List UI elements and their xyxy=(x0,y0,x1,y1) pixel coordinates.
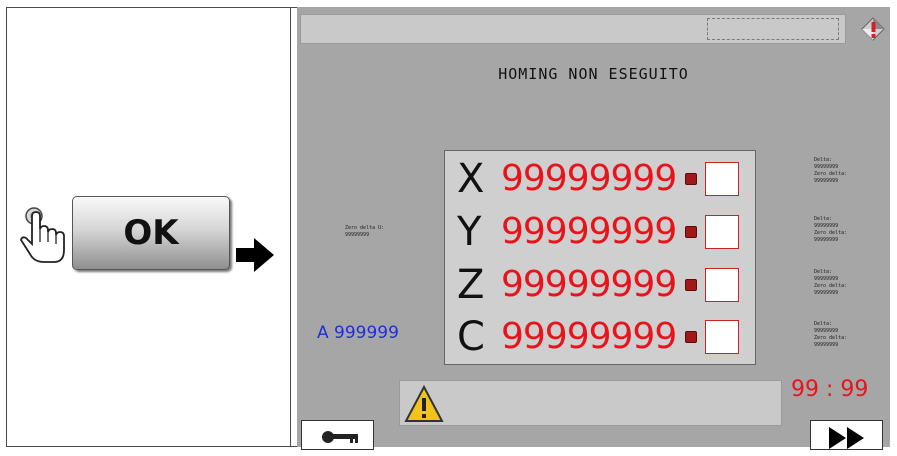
axis-status-led xyxy=(685,279,697,291)
axis-row-z: Z 99999999 xyxy=(445,259,755,311)
pointing-hand-icon xyxy=(20,207,65,263)
right-arrow-icon xyxy=(236,238,274,272)
key-icon xyxy=(322,431,358,443)
column-divider xyxy=(290,7,291,447)
status-slot xyxy=(707,18,839,40)
zero-delta-u-label: Zero delta U: 99999999 xyxy=(345,225,385,238)
ok-button[interactable]: OK xyxy=(72,196,230,270)
axis-select-box[interactable] xyxy=(705,320,739,354)
timer-readout: 99 : 99 xyxy=(791,377,869,402)
delta-info-z: Delta: 99999999 Zero delta: 99999999 xyxy=(814,269,848,296)
homing-status-title: HOMING NON ESEGUITO xyxy=(498,65,689,83)
axis-value: 99999999 xyxy=(501,264,677,305)
hmi-screen: HOMING NON ESEGUITO Zero delta U: 999999… xyxy=(297,7,890,450)
key-button[interactable] xyxy=(301,420,374,450)
fast-forward-button[interactable] xyxy=(810,420,883,450)
delta-info-x: Delta: 99999999 Zero delta: 99999999 xyxy=(814,157,848,184)
axis-letter: X xyxy=(457,156,485,202)
axis-value: 99999999 xyxy=(501,316,677,357)
message-bar xyxy=(399,380,782,426)
top-status-bar xyxy=(300,14,846,44)
axis-letter: C xyxy=(457,314,485,360)
axis-row-x: X 99999999 xyxy=(445,153,755,205)
fast-forward-icon xyxy=(829,427,864,449)
axis-row-c: C 99999999 xyxy=(445,311,755,363)
axis-select-box[interactable] xyxy=(705,268,739,302)
axis-letter: Z xyxy=(457,262,485,308)
alarm-icon[interactable] xyxy=(860,16,886,44)
delta-info-y: Delta: 99999999 Zero delta: 99999999 xyxy=(814,216,848,243)
axis-letter: Y xyxy=(457,209,482,255)
axis-status-led xyxy=(685,226,697,238)
axis-row-y: Y 99999999 xyxy=(445,206,755,258)
axis-value: 99999999 xyxy=(501,211,677,252)
warning-icon xyxy=(404,385,444,422)
delta-info-c: Delta: 99999999 Zero delta: 99999999 xyxy=(814,321,848,348)
axis-value: 99999999 xyxy=(501,158,677,199)
axes-panel: X 99999999 Y 99999999 Z 99999999 C 99999… xyxy=(444,150,756,365)
axis-status-led xyxy=(685,331,697,343)
axis-select-box[interactable] xyxy=(705,215,739,249)
axis-status-led xyxy=(685,173,697,185)
axis-select-box[interactable] xyxy=(705,162,739,196)
a-axis-value: A 999999 xyxy=(317,323,399,343)
